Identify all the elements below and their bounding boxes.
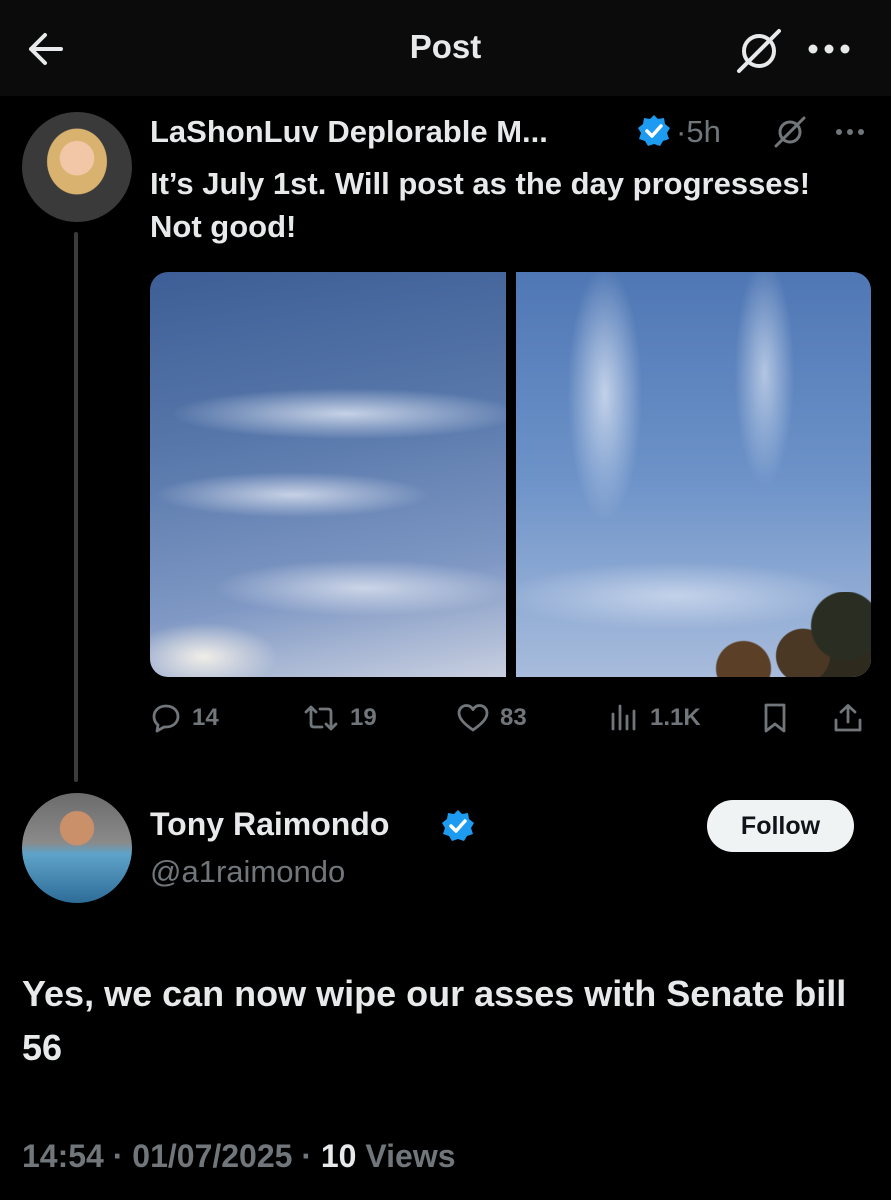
post-media bbox=[150, 272, 871, 677]
trees-silhouette bbox=[701, 592, 871, 677]
grok-icon bbox=[737, 29, 781, 73]
more-horizontal-icon bbox=[808, 44, 850, 54]
time-separator: · bbox=[676, 114, 687, 149]
views-chart-icon bbox=[611, 704, 636, 731]
views-count: 1.1K bbox=[650, 704, 701, 731]
reply-text: Yes, we can now wipe our asses with Sena… bbox=[22, 973, 847, 1068]
bookmark-icon bbox=[764, 703, 786, 733]
time-value: 5h bbox=[686, 114, 721, 149]
post-date[interactable]: 01/07/2025 bbox=[132, 1138, 292, 1174]
more-options-button[interactable] bbox=[804, 34, 854, 64]
share-icon bbox=[834, 704, 862, 732]
meta-separator: · bbox=[301, 1138, 312, 1174]
share-button[interactable] bbox=[832, 698, 864, 738]
repost-button[interactable]: 19 bbox=[302, 698, 377, 738]
thread-line bbox=[74, 232, 78, 782]
heart-icon bbox=[457, 704, 489, 732]
reply-author-avatar[interactable] bbox=[22, 793, 132, 903]
repost-icon bbox=[304, 705, 338, 731]
post-time[interactable]: 14:54 bbox=[22, 1138, 104, 1174]
more-horizontal-icon bbox=[836, 129, 864, 135]
bookmark-button[interactable] bbox=[760, 698, 790, 738]
sky-photo-1[interactable] bbox=[150, 272, 506, 677]
verified-badge-icon bbox=[638, 115, 670, 146]
grok-small-button[interactable] bbox=[772, 114, 808, 150]
post-more-button[interactable] bbox=[832, 120, 868, 144]
views-count: 10 bbox=[320, 1138, 357, 1174]
author-name[interactable]: LaShonLuv Deplorable M... bbox=[150, 114, 548, 150]
views-label: Views bbox=[365, 1138, 456, 1174]
post-text: It’s July 1st. Will post as the day prog… bbox=[150, 166, 811, 244]
like-count: 83 bbox=[500, 704, 527, 731]
post-actions: 14 19 83 1.1K bbox=[150, 698, 871, 738]
follow-button[interactable]: Follow bbox=[707, 800, 854, 852]
views-button[interactable]: 1.1K bbox=[608, 698, 701, 738]
reply-icon bbox=[152, 704, 180, 733]
grok-icon bbox=[774, 116, 806, 148]
author-avatar[interactable] bbox=[22, 112, 132, 222]
reply-author-name[interactable]: Tony Raimondo bbox=[150, 806, 389, 843]
post-time[interactable]: ·5h bbox=[676, 114, 721, 150]
top-bar: Post bbox=[0, 0, 891, 96]
sky-photo-2[interactable] bbox=[516, 272, 871, 677]
meta-separator: · bbox=[112, 1138, 124, 1174]
reply-author-handle[interactable]: @a1raimondo bbox=[150, 854, 345, 890]
like-button[interactable]: 83 bbox=[456, 698, 527, 738]
grok-button[interactable] bbox=[734, 26, 784, 76]
reply-count: 14 bbox=[192, 704, 219, 731]
verified-badge-icon bbox=[442, 810, 474, 841]
reply-button[interactable]: 14 bbox=[150, 698, 219, 738]
repost-count: 19 bbox=[350, 704, 377, 731]
post-meta: 14:54 · 01/07/2025 · 10 Views bbox=[22, 1138, 456, 1175]
